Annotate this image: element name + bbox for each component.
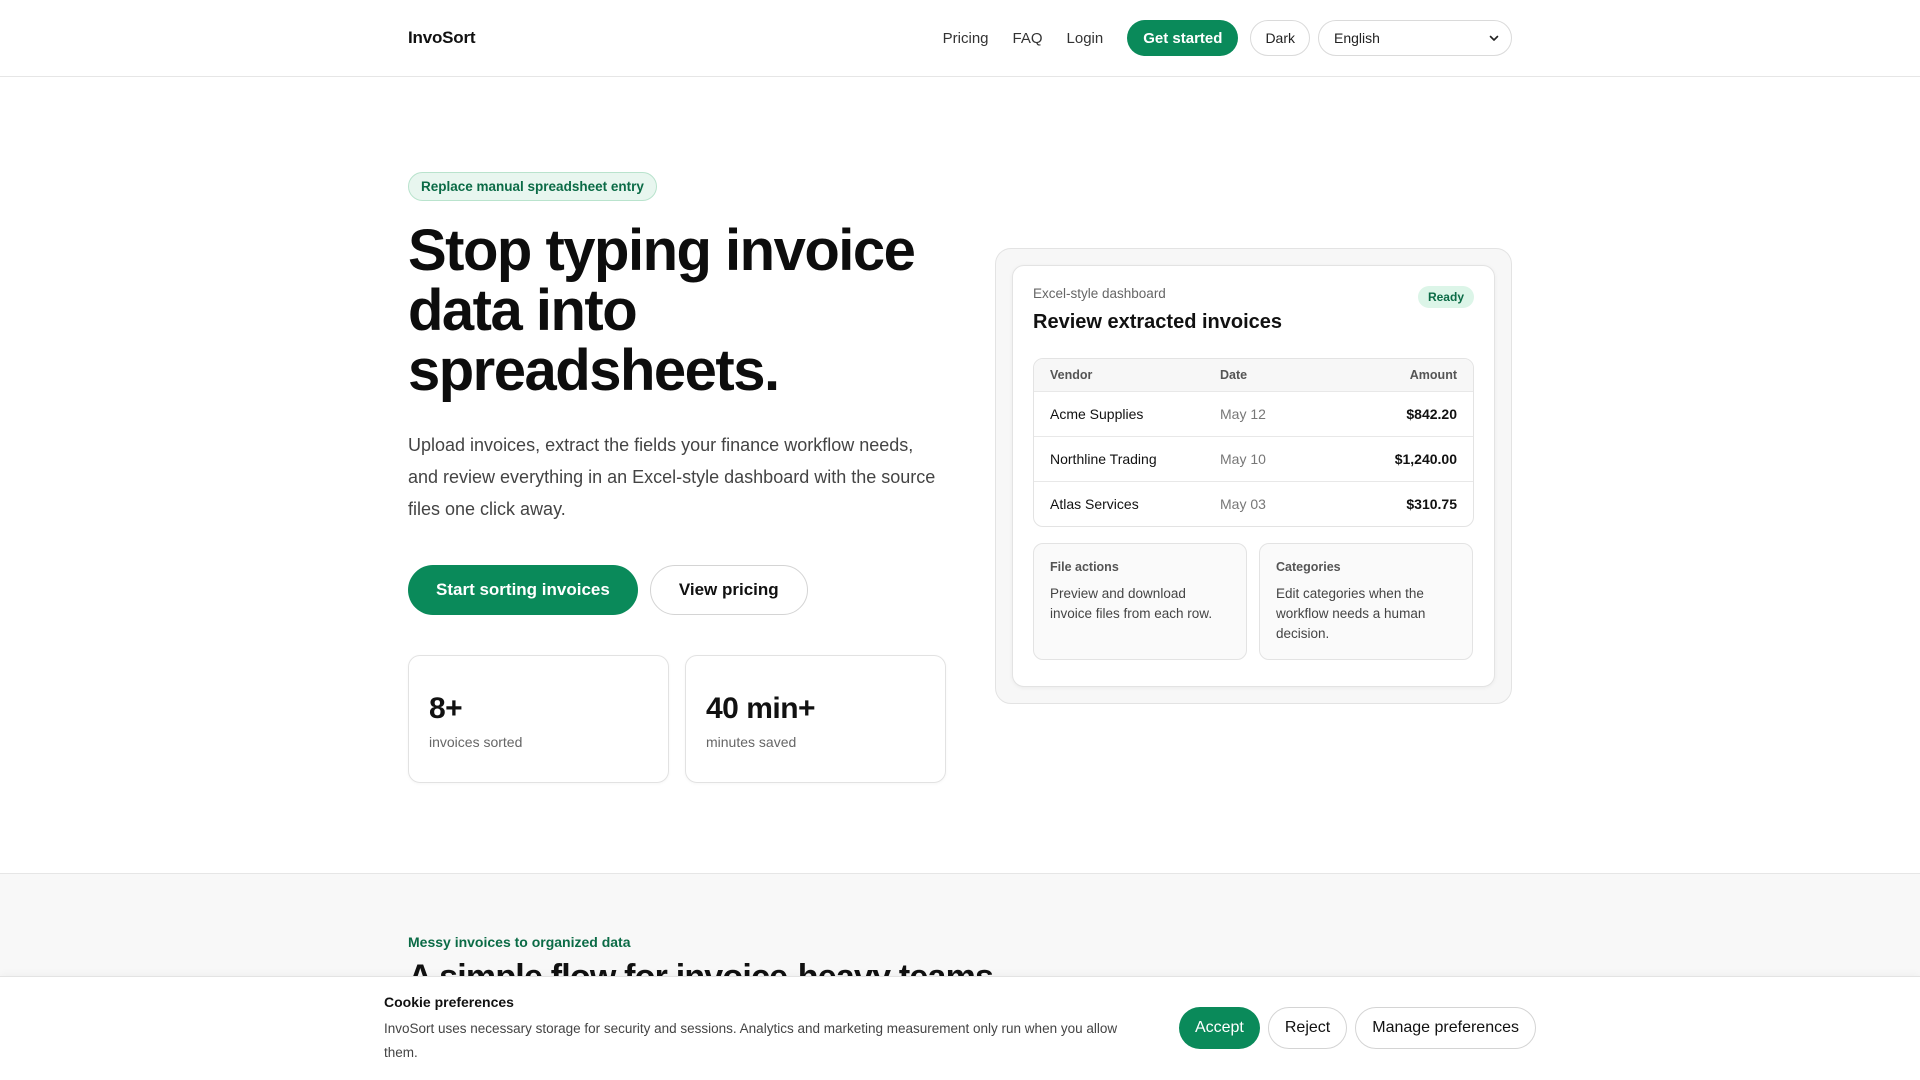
language-select[interactable]: English <box>1318 20 1512 56</box>
hero-section: Replace manual spreadsheet entry Stop ty… <box>408 172 948 783</box>
nav-link-faq[interactable]: FAQ <box>1013 30 1043 47</box>
dashboard-title: Review extracted invoices <box>1033 311 1283 333</box>
cell-amount: $310.75 <box>1406 496 1457 512</box>
feature-card-title: Categories <box>1276 560 1341 574</box>
get-started-button[interactable]: Get started <box>1127 20 1239 56</box>
stat-card-minutes: 40 min+ minutes saved <box>685 655 946 783</box>
stat-label: invoices sorted <box>429 734 523 750</box>
stats-row: 8+ invoices sorted 40 min+ minutes saved <box>408 655 948 783</box>
cookie-banner: Cookie preferences InvoSort uses necessa… <box>0 976 1920 1080</box>
cookie-banner-text: InvoSort uses necessary storage for secu… <box>384 1021 1118 1060</box>
stat-card-invoices: 8+ invoices sorted <box>408 655 669 783</box>
view-pricing-button[interactable]: View pricing <box>649 565 808 615</box>
manage-preferences-button[interactable]: Manage preferences <box>1355 1007 1536 1049</box>
column-header-vendor: Vendor <box>1050 368 1093 382</box>
feature-card-text: Edit categories when the workflow needs … <box>1276 586 1426 641</box>
chevron-down-icon <box>1489 35 1499 41</box>
cell-date: May 10 <box>1220 451 1266 467</box>
hero-title: Stop typing invoice data into spreadshee… <box>408 218 916 403</box>
stat-value: 8+ <box>429 692 463 725</box>
start-sorting-button[interactable]: Start sorting invoices <box>408 565 638 615</box>
hero-subtitle: Upload invoices, extract the fields your… <box>408 435 936 519</box>
cell-amount: $1,240.00 <box>1394 451 1457 467</box>
stat-value: 40 min+ <box>706 692 816 725</box>
hero-tag: Replace manual spreadsheet entry <box>408 172 657 201</box>
cell-vendor: Northline Trading <box>1050 451 1157 467</box>
feature-card-categories: Categories Edit categories when the work… <box>1259 543 1473 660</box>
dashboard-preview: Excel-style dashboard Review extracted i… <box>995 248 1512 704</box>
cell-date: May 03 <box>1220 496 1266 512</box>
cell-date: May 12 <box>1220 406 1266 422</box>
cell-vendor: Acme Supplies <box>1050 406 1144 422</box>
feature-cards: File actions Preview and download invoic… <box>1033 543 1474 660</box>
brand-logo[interactable]: InvoSort <box>408 28 476 48</box>
dashboard-kicker: Excel-style dashboard <box>1033 286 1166 301</box>
table-row[interactable]: Northline Trading May 10 $1,240.00 <box>1034 436 1473 481</box>
flow-section-kicker: Messy invoices to organized data <box>408 934 631 950</box>
column-header-amount: Amount <box>1409 368 1457 382</box>
feature-card-file-actions: File actions Preview and download invoic… <box>1033 543 1247 660</box>
status-badge: Ready <box>1417 286 1474 308</box>
cell-vendor: Atlas Services <box>1050 496 1139 512</box>
table-row[interactable]: Atlas Services May 03 $310.75 <box>1034 481 1473 526</box>
cookie-actions: Accept Reject Manage preferences <box>1178 1007 1536 1049</box>
feature-card-text: Preview and download invoice files from … <box>1050 586 1213 621</box>
table-header-row: Vendor Date Amount <box>1034 359 1473 391</box>
cookie-banner-title: Cookie preferences <box>384 994 514 1010</box>
hero-cta-row: Start sorting invoices View pricing <box>408 565 948 615</box>
dashboard-card: Excel-style dashboard Review extracted i… <box>1012 265 1495 687</box>
nav-link-pricing[interactable]: Pricing <box>943 30 989 47</box>
cell-amount: $842.20 <box>1406 406 1457 422</box>
theme-toggle-button[interactable]: Dark <box>1250 20 1310 56</box>
language-select-value: English <box>1334 30 1380 46</box>
main-nav: Pricing FAQ Login Get started Dark Engli… <box>943 20 1512 56</box>
reject-cookies-button[interactable]: Reject <box>1267 1007 1348 1049</box>
invoice-table: Vendor Date Amount Acme Supplies May 12 … <box>1033 358 1474 527</box>
site-header: InvoSort Pricing FAQ Login Get started D… <box>0 0 1920 77</box>
nav-link-login[interactable]: Login <box>1067 30 1104 47</box>
table-row[interactable]: Acme Supplies May 12 $842.20 <box>1034 391 1473 436</box>
accept-cookies-button[interactable]: Accept <box>1178 1007 1260 1049</box>
stat-label: minutes saved <box>706 734 797 750</box>
feature-card-title: File actions <box>1050 560 1119 574</box>
column-header-date: Date <box>1220 368 1248 382</box>
